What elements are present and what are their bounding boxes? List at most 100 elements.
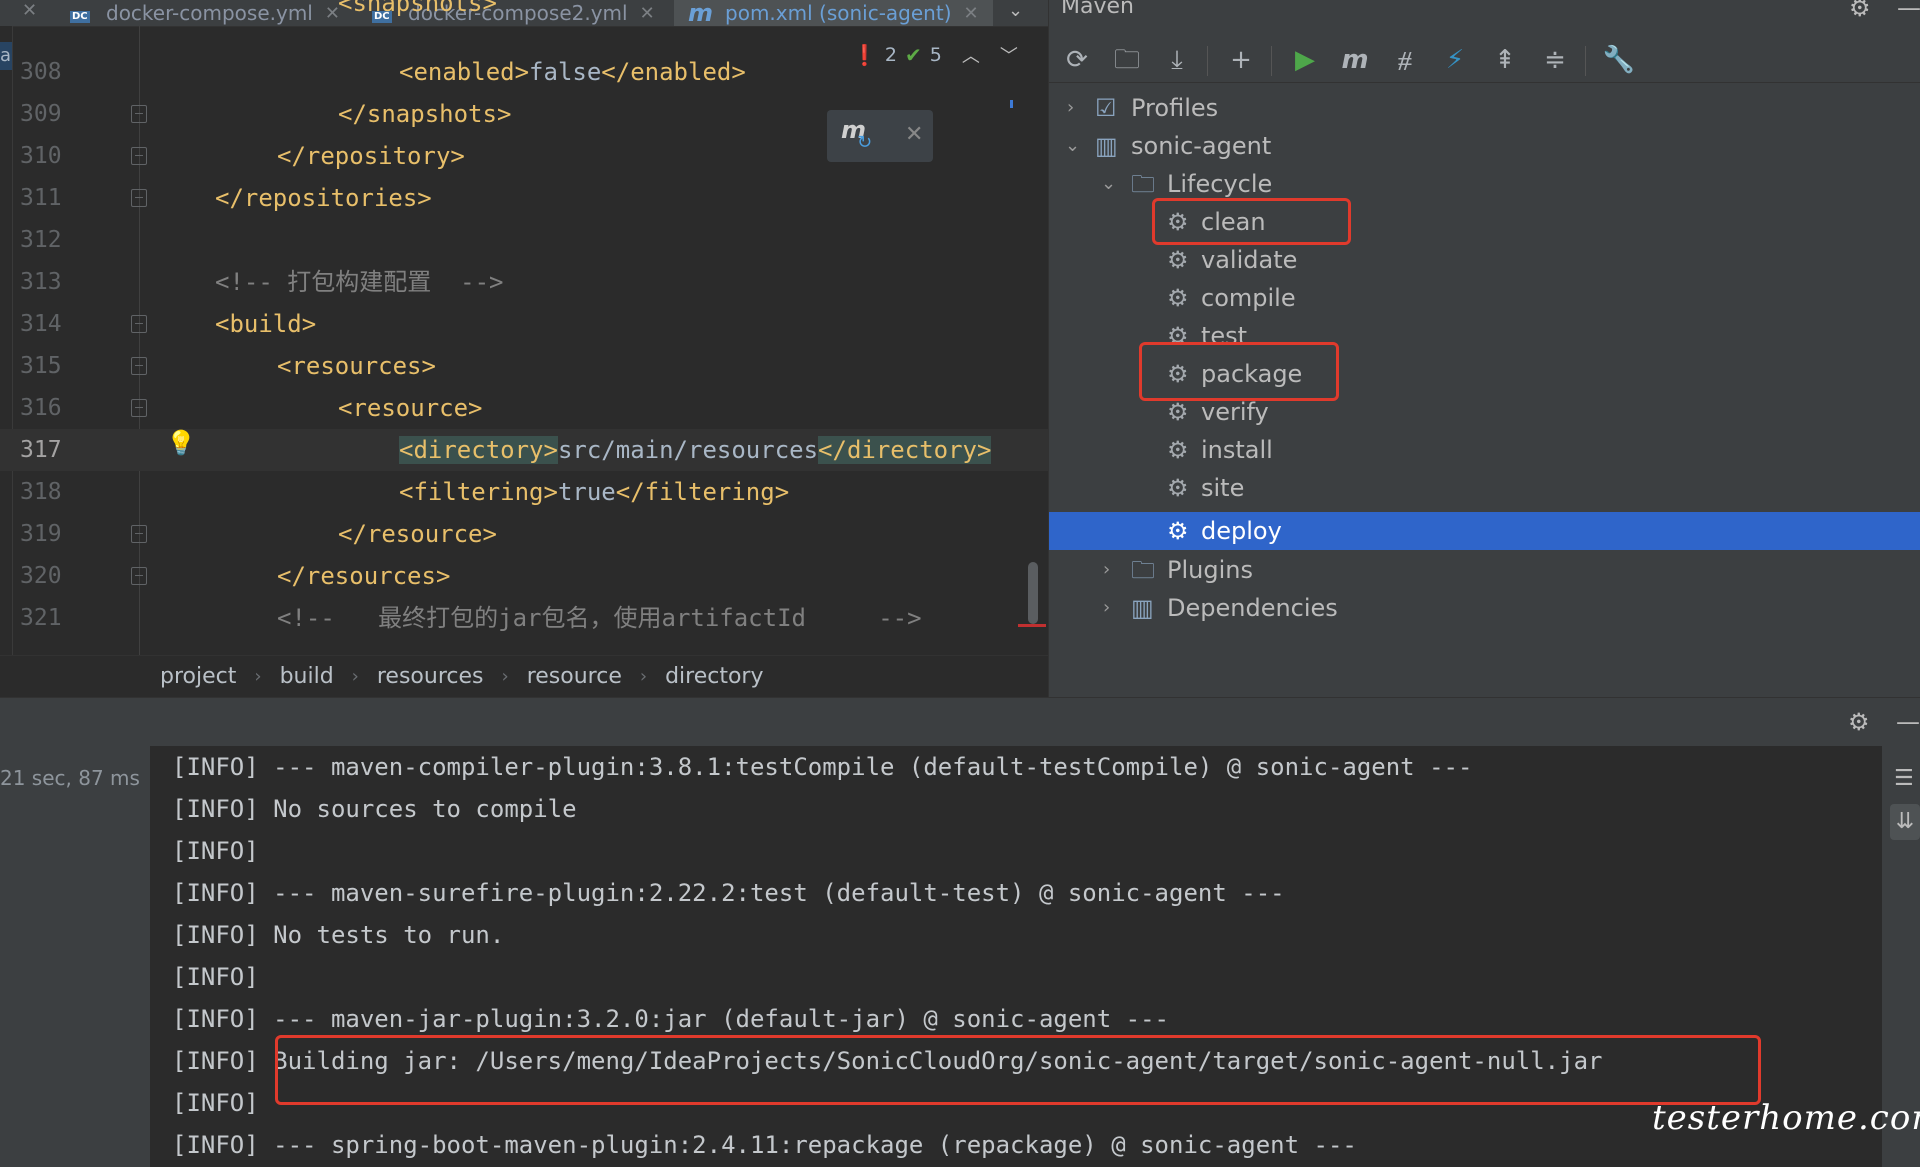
tree-item-project[interactable]: ⌄ ▥ sonic-agent xyxy=(1049,127,1920,165)
fold-icon[interactable] xyxy=(131,399,147,417)
line-number: 310 xyxy=(20,143,62,169)
fold-icon[interactable] xyxy=(131,189,147,207)
add-icon[interactable]: + xyxy=(1223,38,1259,82)
fold-icon[interactable] xyxy=(131,147,147,165)
fold-icon[interactable] xyxy=(131,105,147,123)
breadcrumb-item[interactable]: build xyxy=(280,664,334,689)
lightbulb-icon[interactable]: 💡 xyxy=(166,429,196,457)
toolbar-separator xyxy=(1207,46,1208,76)
code-line[interactable]: 320 </resources> xyxy=(0,555,1048,597)
code-line[interactable]: 313 <!-- 打包构建配置 --> xyxy=(0,261,1048,303)
xml-tag: <filtering> xyxy=(399,478,558,506)
fold-icon[interactable] xyxy=(131,525,147,543)
breadcrumb-separator: › xyxy=(501,666,509,687)
chevron-down-icon[interactable]: ⌄ xyxy=(1101,165,1116,203)
collapse-all-icon[interactable]: ≑ xyxy=(1537,38,1573,82)
highlight-box-building-jar xyxy=(275,1035,1761,1105)
line-number: 321 xyxy=(20,605,62,631)
run-tree[interactable]: 21 sec, 87 ms xyxy=(0,746,151,1167)
chevron-right-icon[interactable]: › xyxy=(1103,551,1110,589)
code-line[interactable]: 314 <build> xyxy=(0,303,1048,345)
code-line[interactable]: 318 <filtering>true</filtering> xyxy=(0,471,1048,513)
close-icon[interactable]: ✕ xyxy=(905,122,923,147)
maven-reload-popup[interactable]: m ↻ ✕ xyxy=(827,110,933,162)
toolbar-separator xyxy=(1585,46,1586,76)
profiles-icon: ☑ xyxy=(1095,94,1117,122)
minimize-icon[interactable]: — xyxy=(1896,708,1920,736)
line-number: 308 xyxy=(20,59,62,85)
code-text: </repositories> xyxy=(215,184,432,212)
reload-folder-icon[interactable]: 🗀 xyxy=(1109,38,1145,82)
xml-value: false xyxy=(529,58,602,86)
lifecycle-phase-install[interactable]: ⚙ install xyxy=(1049,431,1920,469)
code-line[interactable]: 312 xyxy=(0,219,1048,261)
code-line[interactable]: 319 </resource> xyxy=(0,513,1048,555)
code-text: <snapshots> xyxy=(338,0,497,17)
chevron-up-icon[interactable]: ︿ xyxy=(962,42,980,68)
watermark: testerhome.com xyxy=(1652,1098,1920,1138)
tree-label: sonic-agent xyxy=(1131,132,1272,160)
xml-tag: </directory> xyxy=(818,436,992,464)
skip-tests-icon[interactable]: ⚡ xyxy=(1437,38,1473,82)
fold-icon[interactable] xyxy=(131,567,147,585)
lifecycle-phase-site[interactable]: ⚙ site xyxy=(1049,469,1920,507)
breadcrumb-item[interactable]: resources xyxy=(377,664,484,689)
lifecycle-phase-deploy[interactable]: ⚙ deploy xyxy=(1049,512,1920,550)
chevron-down-icon[interactable]: ﹀ xyxy=(1000,42,1018,68)
breadcrumb-separator: › xyxy=(639,666,648,687)
lifecycle-phase-compile[interactable]: ⚙ compile xyxy=(1049,279,1920,317)
toggle-offline-icon[interactable]: ⧣ xyxy=(1387,38,1423,82)
console-line: [INFO] --- maven-compiler-plugin:3.8.1:t… xyxy=(172,753,1473,781)
gear-icon[interactable]: ⚙ xyxy=(1848,708,1870,736)
run-tool-window: ⚙ — 21 sec, 87 ms [INFO] --- maven-compi… xyxy=(0,697,1920,1167)
xml-value: src/main/resources xyxy=(557,436,819,464)
xml-value: true xyxy=(557,478,616,506)
minimize-icon[interactable]: — xyxy=(1897,0,1920,22)
breadcrumb: project › build › resources › resource ›… xyxy=(0,655,1048,697)
chevron-right-icon[interactable]: › xyxy=(1103,589,1110,627)
chevron-right-icon[interactable]: › xyxy=(1067,89,1074,127)
code-text: </resource> xyxy=(338,520,497,548)
maven-title: Maven xyxy=(1061,0,1134,19)
code-text: <enabled>false</enabled> xyxy=(399,51,746,93)
code-line[interactable]: 316 <resource> xyxy=(0,387,1048,429)
code-line[interactable]: 311 </repositories> xyxy=(0,177,1048,219)
tree-item-dependencies[interactable]: › ▥ Dependencies xyxy=(1049,589,1920,627)
tree-item-plugins[interactable]: › 🗀 Plugins xyxy=(1049,551,1920,589)
change-marker xyxy=(1010,100,1013,108)
wrench-icon[interactable]: 🔧 xyxy=(1601,38,1637,82)
gear-icon[interactable]: ⚙ xyxy=(1849,0,1871,22)
inspection-widget[interactable]: ❗ 2 ✔ 5 ︿ ﹀ xyxy=(852,42,1018,68)
tree-item-profiles[interactable]: › ☑ Profiles xyxy=(1049,89,1920,127)
expand-all-icon[interactable]: ⇞ xyxy=(1487,38,1523,82)
gear-icon: ⚙ xyxy=(1167,246,1189,274)
breadcrumb-item[interactable]: directory xyxy=(665,664,763,689)
code-text: </repository> xyxy=(277,142,465,170)
maven-project-icon: ▥ xyxy=(1095,132,1118,160)
soft-wrap-icon[interactable]: ☰ xyxy=(1894,766,1914,791)
fold-icon[interactable] xyxy=(131,315,147,333)
scrollbar[interactable] xyxy=(1028,562,1038,624)
gear-icon: ⚙ xyxy=(1167,517,1189,545)
lifecycle-phase-validate[interactable]: ⚙ validate xyxy=(1049,241,1920,279)
scroll-to-end-icon[interactable]: ⇊ xyxy=(1890,804,1920,840)
error-stripe-marker[interactable] xyxy=(1018,624,1046,627)
gear-icon: ⚙ xyxy=(1167,474,1189,502)
code-line[interactable]: 315 <resources> xyxy=(0,345,1048,387)
download-icon[interactable]: ⤓ xyxy=(1159,38,1195,82)
reload-icon[interactable]: ⟳ xyxy=(1059,38,1095,82)
code-line[interactable]: <snapshots> xyxy=(0,0,1048,46)
fold-icon[interactable] xyxy=(131,357,147,375)
code-editor[interactable]: ✕ DC docker-compose.yml ✕ DC docker-comp… xyxy=(0,0,1048,697)
run-icon[interactable]: ▶ xyxy=(1287,38,1323,82)
breadcrumb-item[interactable]: project xyxy=(160,664,236,689)
chevron-down-icon[interactable]: ⌄ xyxy=(1065,127,1080,165)
phase-label: site xyxy=(1201,474,1245,502)
breadcrumb-separator: › xyxy=(351,666,359,687)
breadcrumb-item[interactable]: resource xyxy=(527,664,622,689)
code-line[interactable]: 321 <!-- 最终打包的jar包名，使用artifactId --> xyxy=(0,597,1048,639)
maven-goal-icon[interactable]: m xyxy=(1337,38,1373,82)
highlight-box-package xyxy=(1139,342,1339,401)
code-line-current[interactable]: 317 💡 <directory>src/main/resources</dir… xyxy=(0,429,1048,471)
maven-tool-window: Maven ⚙ — ⟳ 🗀 ⤓ + ▶ m ⧣ ⚡ ⇞ ≑ 🔧 › ☑ Prof… xyxy=(1048,0,1920,697)
